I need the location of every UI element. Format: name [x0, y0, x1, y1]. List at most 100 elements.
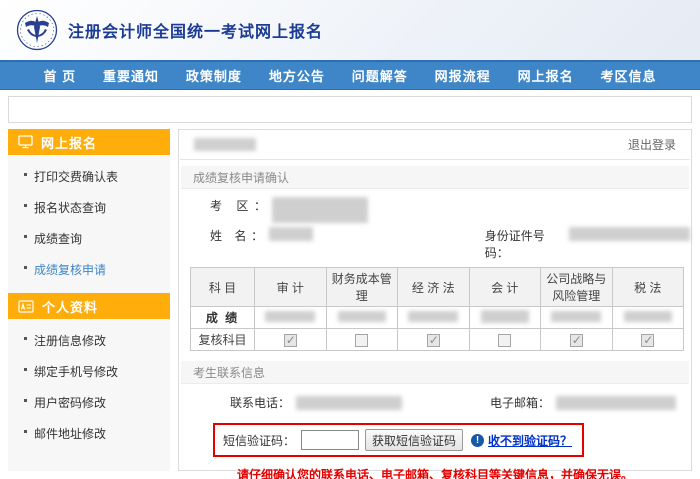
sidebar-item-label: 成绩复核申请 [34, 263, 106, 277]
get-sms-code-button[interactable]: 获取短信验证码 [365, 429, 463, 451]
sidebar-item-registration-status[interactable]: 报名状态查询 [8, 192, 170, 223]
score-cell [326, 307, 398, 329]
sidebar-item-label: 注册信息修改 [34, 334, 106, 348]
sidebar-item-score-query[interactable]: 成绩查询 [8, 223, 170, 254]
score-cell [255, 307, 327, 329]
sidebar-item-print-payment-confirmation[interactable]: 打印交费确认表 [8, 161, 170, 192]
cannot-receive-code-link[interactable]: 收不到验证码？ [488, 432, 572, 449]
checkbox-cell [469, 329, 541, 351]
sidebar: 网上报名 打印交费确认表 报名状态查询 成绩查询 成绩复核申请 个人资料 注册信… [8, 129, 170, 471]
confirmation-warning-text: 请仔细确认您的联系电话、电子邮箱、复核科目等关键信息，并确保无误。 [180, 466, 690, 479]
review-checkbox-accounting[interactable] [498, 334, 511, 347]
review-checkbox-economic-law[interactable] [427, 334, 440, 347]
sidebar-section-title: 个人资料 [42, 297, 98, 316]
bullet-icon [24, 430, 27, 433]
sms-code-input[interactable] [301, 430, 359, 450]
score-cell [398, 307, 470, 329]
sms-annotation-box: 短信验证码： 获取短信验证码 ! 收不到验证码？ [213, 423, 584, 457]
email-value-redacted [556, 396, 676, 410]
notice-strip [8, 96, 692, 123]
score-row: 成 绩 [191, 307, 684, 329]
bullet-icon [24, 337, 27, 340]
name-value-redacted [269, 227, 313, 241]
checkbox-cell [398, 329, 470, 351]
sidebar-section-online-registration: 网上报名 [8, 129, 170, 155]
score-table: 科 目 审 计 财务成本管理 经 济 法 会 计 公司战略与风险管理 税 法 成… [190, 267, 684, 351]
section-title-candidate-contact-info: 考生联系信息 [181, 361, 689, 384]
score-cell [469, 307, 541, 329]
nav-item-home[interactable]: 首 页 [43, 66, 76, 85]
id-number-label: 身份证件号码： [485, 227, 565, 261]
nav-item-policies[interactable]: 政策制度 [186, 66, 242, 85]
col-audit: 审 计 [255, 268, 327, 307]
exam-area-row: 考 区 [210, 197, 690, 223]
page-title: 注册会计师全国统一考试网上报名 [68, 18, 323, 42]
bullet-icon [24, 399, 27, 402]
exam-area-value-redacted [272, 197, 368, 223]
score-redacted [408, 311, 458, 322]
logout-link[interactable]: 退出登录 [628, 136, 676, 153]
id-card-icon [18, 300, 34, 313]
name-id-row: 姓 名 身份证件号码： [210, 227, 690, 261]
sidebar-item-bound-phone-edit[interactable]: 绑定手机号修改 [8, 356, 170, 387]
score-cell [612, 307, 684, 329]
score-redacted [481, 310, 529, 323]
sidebar-section-personal-info: 个人资料 [8, 293, 170, 319]
phone-value-redacted [296, 396, 402, 410]
sidebar-item-label: 成绩查询 [34, 232, 82, 246]
main-nav: 首 页 重要通知 政策制度 地方公告 问题解答 网报流程 网上报名 考区信息 [0, 60, 700, 90]
score-table-header-row: 科 目 审 计 财务成本管理 经 济 法 会 计 公司战略与风险管理 税 法 [191, 268, 684, 307]
contact-row: 联系电话： 电子邮箱： [180, 384, 690, 411]
col-accounting: 会 计 [469, 268, 541, 307]
col-subject: 科 目 [191, 268, 255, 307]
id-number-value-redacted [569, 227, 690, 241]
main-panel: 退出登录 成绩复核申请确认 考 区 姓 名 身份证件号码： 科 目 审 计 财务… [178, 129, 692, 471]
sidebar-item-score-review-application[interactable]: 成绩复核申请 [8, 254, 170, 285]
bullet-icon [24, 368, 27, 371]
score-redacted [624, 311, 672, 322]
sidebar-item-email-edit[interactable]: 邮件地址修改 [8, 418, 170, 449]
review-checkbox-strategy-risk[interactable] [570, 334, 583, 347]
user-bar: 退出登录 [180, 130, 690, 160]
col-tax-law: 税 法 [612, 268, 684, 307]
score-redacted [265, 311, 315, 322]
phone-label: 联系电话： [230, 394, 290, 411]
bullet-icon [24, 235, 27, 238]
sidebar-item-registration-info-edit[interactable]: 注册信息修改 [8, 325, 170, 356]
score-redacted [338, 311, 386, 322]
section-title-score-review-confirmation: 成绩复核申请确认 [181, 166, 689, 189]
email-label: 电子邮箱： [490, 394, 550, 411]
sidebar-item-label: 打印交费确认表 [34, 170, 118, 184]
col-financial-cost-mgmt: 财务成本管理 [326, 268, 398, 307]
sidebar-item-password-edit[interactable]: 用户密码修改 [8, 387, 170, 418]
review-row-label: 复核科目 [191, 329, 255, 351]
bullet-icon [24, 266, 27, 269]
review-checkbox-financial-cost-mgmt[interactable] [355, 334, 368, 347]
monitor-icon [18, 135, 33, 149]
nav-item-faq[interactable]: 问题解答 [352, 66, 408, 85]
exam-area-label: 考 区 [210, 197, 266, 214]
sidebar-item-label: 报名状态查询 [34, 201, 106, 215]
site-header: 注册会计师全国统一考试网上报名 [0, 0, 700, 60]
nav-item-notices[interactable]: 重要通知 [103, 66, 159, 85]
sidebar-item-label: 邮件地址修改 [34, 427, 106, 441]
nav-item-process[interactable]: 网报流程 [435, 66, 491, 85]
score-row-label: 成 绩 [191, 307, 255, 329]
nav-item-local-announcements[interactable]: 地方公告 [269, 66, 325, 85]
sidebar-item-label: 用户密码修改 [34, 396, 106, 410]
review-checkbox-audit[interactable] [284, 334, 297, 347]
name-label: 姓 名 [210, 227, 263, 244]
review-checkbox-tax-law[interactable] [641, 334, 654, 347]
sidebar-item-label: 绑定手机号修改 [34, 365, 118, 379]
col-economic-law: 经 济 法 [398, 268, 470, 307]
checkbox-cell [541, 329, 613, 351]
bullet-icon [24, 204, 27, 207]
username-redacted [194, 138, 256, 151]
checkbox-cell [612, 329, 684, 351]
cicpa-logo-icon [16, 9, 58, 51]
nav-item-exam-area-info[interactable]: 考区信息 [601, 66, 657, 85]
checkbox-cell [255, 329, 327, 351]
nav-item-online-registration[interactable]: 网上报名 [518, 66, 574, 85]
sms-code-label: 短信验证码： [223, 432, 295, 449]
checkbox-cell [326, 329, 398, 351]
